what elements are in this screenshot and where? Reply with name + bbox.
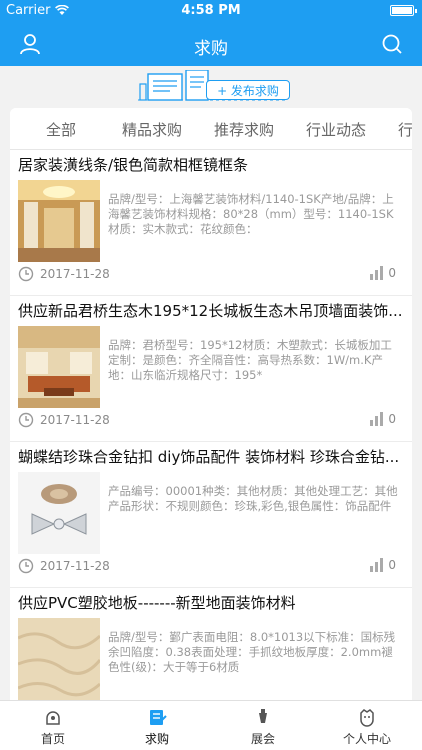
- tabbar-exhibition[interactable]: 展会: [218, 707, 308, 747]
- tab-all[interactable]: 全部: [46, 119, 76, 140]
- bar-chart-icon: [370, 412, 384, 426]
- item-title: 供应PVC塑胶地板-------新型地面装饰材料: [18, 594, 296, 612]
- list-item[interactable]: 供应新品君桥生态木195*12长城板生态木吊顶墙面装饰... 品牌：君桥型号：1…: [10, 296, 412, 442]
- item-image: [18, 180, 100, 262]
- item-image: [18, 326, 100, 408]
- tab-featured[interactable]: 精品求购: [122, 119, 182, 140]
- tabbar-purchase-label: 求购: [144, 732, 169, 746]
- list-item[interactable]: 蝴蝶结珍珠合金钻扣 diy饰品配件 装饰材料 珍珠合金钻... 产品编号：000…: [10, 442, 412, 588]
- item-description: 品牌/型号：鄞广表面电阻：8.0*1013以下标准：国标残余凹陷度：0.38表面…: [108, 630, 396, 674]
- battery-icon: [390, 5, 417, 16]
- bar-chart-icon: [370, 558, 384, 572]
- tab-industry-news[interactable]: 行业动态: [306, 119, 366, 140]
- item-title: 蝴蝶结珍珠合金钻扣 diy饰品配件 装饰材料 珍珠合金钻...: [18, 448, 400, 466]
- search-icon[interactable]: [380, 32, 404, 56]
- tabbar-profile-label: 个人中心: [342, 732, 391, 746]
- tab-recommended[interactable]: 推荐求购: [214, 119, 274, 140]
- clock-icon: [18, 266, 34, 282]
- status-bar: Carrier 4:58 PM: [0, 0, 422, 22]
- publish-request-label: + 发布求购: [217, 83, 279, 98]
- list-item[interactable]: 居家装潢线条/银色简款相框镜框条 品牌/型号：上海馨艺装饰材料/1140-1SK…: [10, 150, 412, 296]
- item-views: 0: [369, 412, 396, 426]
- tab-more[interactable]: 行: [398, 119, 412, 140]
- tabbar-home-label: 首页: [40, 732, 65, 746]
- publish-banner: + 发布求购: [0, 66, 422, 108]
- category-tabs: 全部 精品求购 推荐求购 行业动态 行: [10, 108, 412, 150]
- tabbar-exhibition-label: 展会: [250, 732, 275, 746]
- page-title: 求购: [194, 39, 228, 59]
- item-views: 0: [369, 266, 396, 280]
- purchase-list-card: 全部 精品求购 推荐求购 行业动态 行 居家装潢线条/银色简款相框镜框条 品牌/…: [10, 108, 412, 700]
- tabbar-home[interactable]: 首页: [8, 707, 98, 747]
- bottom-tab-bar: 首页 求购 展会 个人中心: [0, 700, 422, 750]
- item-date: 2017-11-28: [40, 267, 110, 281]
- item-meta: 2017-11-28: [18, 266, 110, 282]
- item-meta: 2017-11-28: [18, 558, 110, 574]
- item-image: [18, 472, 100, 554]
- item-meta: 2017-11-28: [18, 412, 110, 428]
- publish-request-button[interactable]: + 发布求购: [206, 80, 290, 100]
- exhibition-icon: [259, 709, 267, 723]
- nav-bar: 求购: [0, 22, 422, 66]
- list-item[interactable]: 供应PVC塑胶地板-------新型地面装饰材料 品牌/型号：鄞广表面电阻：8.…: [10, 588, 412, 700]
- clock-icon: [18, 412, 34, 428]
- item-views: 0: [369, 558, 396, 572]
- tabbar-profile[interactable]: 个人中心: [322, 707, 412, 747]
- item-description: 产品编号：00001种类：其他材质：其他处理工艺：其他产品形状：不规则颜色：珍珠…: [108, 484, 398, 513]
- status-time: 4:58 PM: [181, 3, 241, 18]
- bar-chart-icon: [370, 266, 384, 280]
- item-view-count: 0: [388, 558, 396, 572]
- profile-icon: [360, 709, 374, 727]
- item-description: 品牌/型号：上海馨艺装饰材料/1140-1SK产地/品牌：上海馨艺装饰材料规格：…: [108, 192, 394, 236]
- tabbar-purchase[interactable]: 求购: [112, 707, 202, 747]
- item-date: 2017-11-28: [40, 559, 110, 573]
- item-view-count: 0: [388, 266, 396, 280]
- item-view-count: 0: [388, 412, 396, 426]
- item-title: 供应新品君桥生态木195*12长城板生态木吊顶墙面装饰...: [18, 302, 403, 320]
- item-description: 品牌：君桥型号：195*12材质：木塑款式：长城板加工定制：是颜色：齐全隔音性：…: [108, 338, 392, 382]
- clock-icon: [18, 558, 34, 574]
- item-image: [18, 618, 100, 700]
- item-date: 2017-11-28: [40, 413, 110, 427]
- purchase-icon: [150, 710, 167, 725]
- item-title: 居家装潢线条/银色简款相框镜框条: [18, 156, 249, 174]
- home-icon: [46, 711, 60, 725]
